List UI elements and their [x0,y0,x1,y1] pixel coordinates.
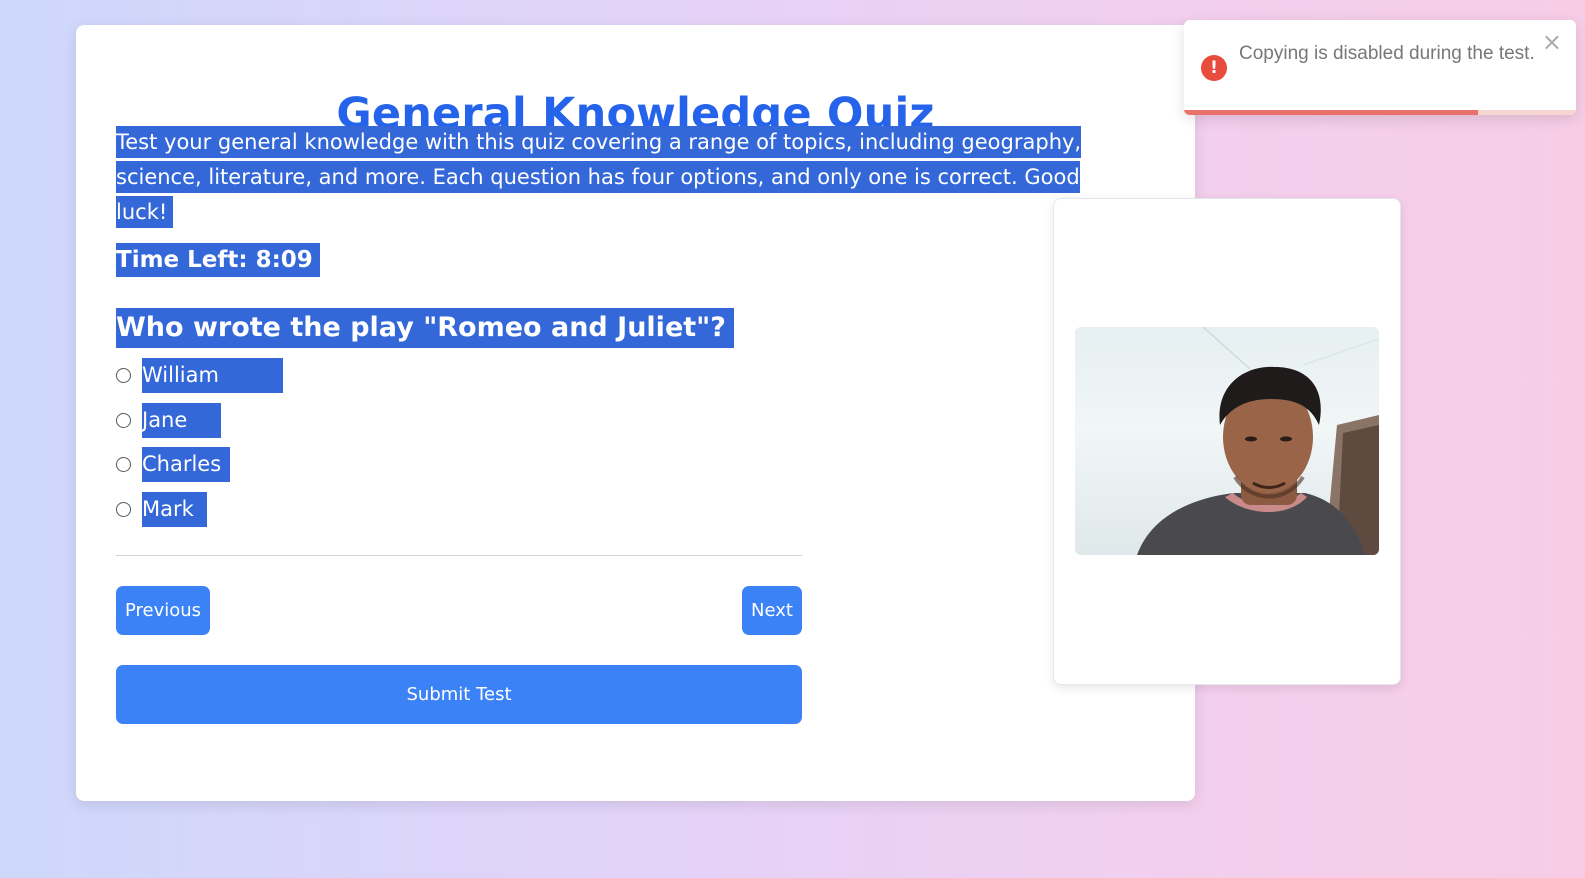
toast-message: Copying is disabled during the test. [1239,43,1535,64]
option-label: William Shakespeare [142,358,283,422]
option-3[interactable]: Charles Dickens [116,447,231,511]
toast-notification: ! Copying is disabled during the test. × [1184,20,1576,115]
quiz-description: Test your general knowledge with this qu… [116,125,1116,230]
radio-button[interactable] [116,413,131,428]
radio-button[interactable] [116,502,131,517]
next-button[interactable]: Next [742,586,802,635]
quiz-card: General Knowledge Quiz Test your general… [76,25,1195,801]
option-label: Mark Twain [142,492,207,556]
toast-progress-bar [1184,110,1478,115]
submit-test-button[interactable]: Submit Test [116,665,802,724]
previous-button[interactable]: Previous [116,586,210,635]
option-label: Jane Austen [142,403,222,467]
option-label: Charles Dickens [142,447,231,511]
exclamation-icon: ! [1201,55,1227,81]
webcam-feed [1075,327,1379,555]
option-2[interactable]: Jane Austen [116,403,222,467]
timer: Time Left: 8:09 [116,243,320,277]
divider [116,555,802,556]
toast-progress-track [1184,110,1576,115]
close-icon[interactable]: × [1542,28,1562,56]
quiz-description-text: Test your general knowledge with this qu… [116,126,1082,228]
option-4[interactable]: Mark Twain [116,492,207,556]
webcam-panel [1053,198,1401,685]
radio-button[interactable] [116,368,131,383]
option-1[interactable]: William Shakespeare [116,358,283,422]
radio-button[interactable] [116,457,131,472]
question-text: Who wrote the play "Romeo and Juliet"? [116,308,734,348]
webcam-person-image [1137,327,1379,555]
